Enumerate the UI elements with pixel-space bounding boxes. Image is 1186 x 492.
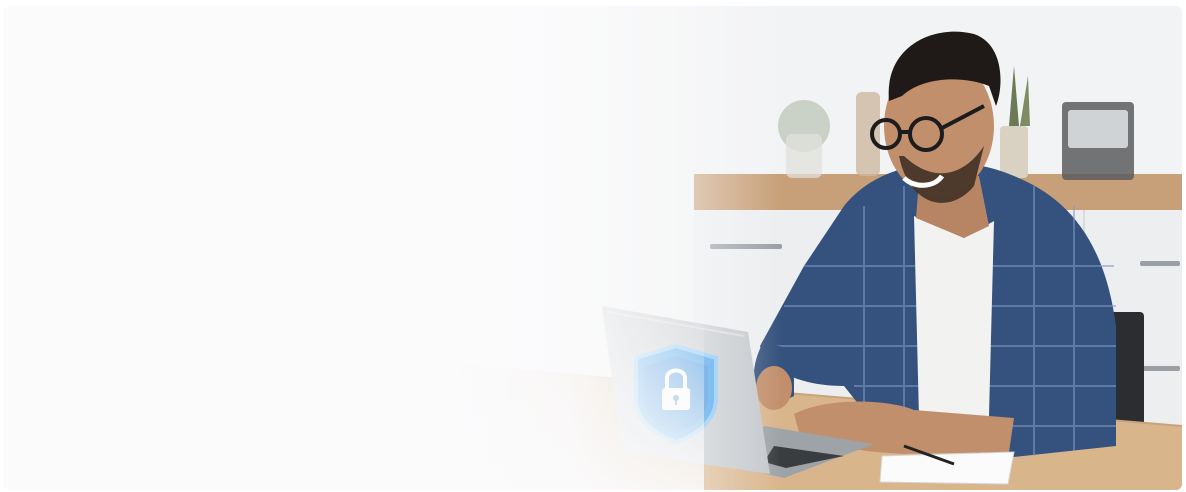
notebook (879, 451, 1015, 485)
shield-lock-icon (634, 343, 718, 445)
person-left-hand (756, 366, 792, 410)
scene-illustration (4, 6, 1182, 490)
person-tshirt (914, 216, 994, 418)
hero-image (4, 6, 1182, 490)
